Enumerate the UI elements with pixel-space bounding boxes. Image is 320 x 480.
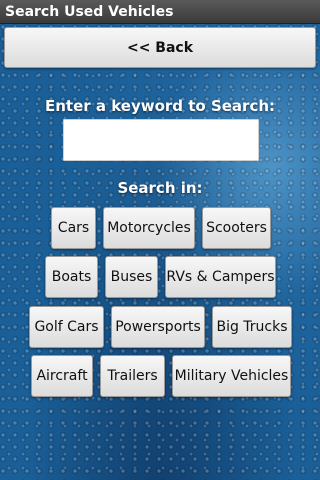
category-button-trailers[interactable]: Trailers xyxy=(100,355,165,397)
app-title: Search Used Vehicles xyxy=(5,4,174,20)
category-button-military-vehicles[interactable]: Military Vehicles xyxy=(172,355,291,397)
category-button-cars[interactable]: Cars xyxy=(51,207,96,249)
category-button-powersports[interactable]: Powersports xyxy=(111,306,205,348)
category-button-buses[interactable]: Buses xyxy=(105,256,158,298)
app-title-bar: Search Used Vehicles xyxy=(0,0,320,24)
keyword-search-input[interactable] xyxy=(63,119,259,161)
category-button-rvs-campers[interactable]: RVs & Campers xyxy=(165,256,276,298)
category-button-big-trucks[interactable]: Big Trucks xyxy=(212,306,292,348)
back-button[interactable]: << Back xyxy=(4,27,316,68)
category-button-motorcycles[interactable]: Motorcycles xyxy=(103,207,195,249)
category-button-aircraft[interactable]: Aircraft xyxy=(31,355,93,397)
keyword-prompt: Enter a keyword to Search: xyxy=(44,97,276,115)
category-button-boats[interactable]: Boats xyxy=(45,256,98,298)
search-in-heading: Search in: xyxy=(117,179,203,197)
water-droplet-background xyxy=(0,24,320,480)
category-button-golf-cars[interactable]: Golf Cars xyxy=(29,306,104,348)
category-button-scooters[interactable]: Scooters xyxy=(202,207,271,249)
